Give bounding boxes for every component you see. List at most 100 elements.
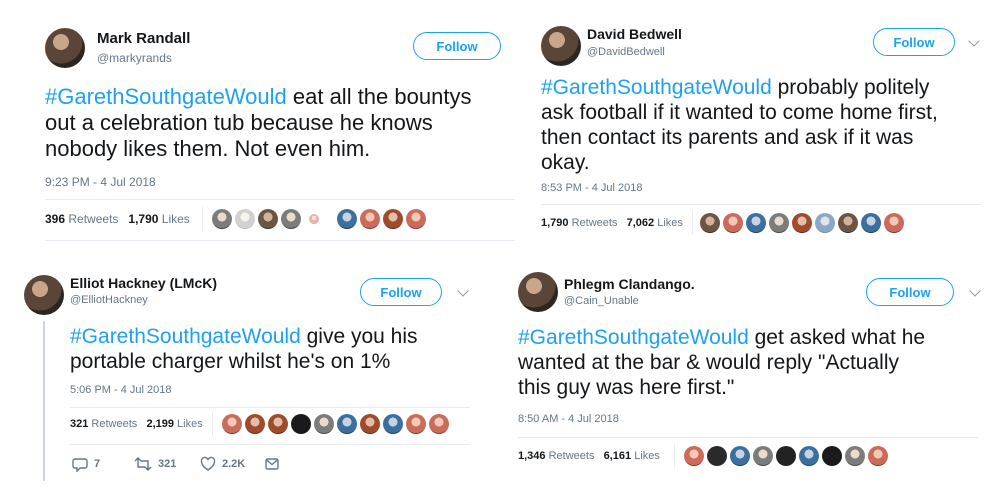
liker-avatar[interactable] xyxy=(212,209,232,229)
stats-separator xyxy=(692,211,693,235)
liker-avatar[interactable] xyxy=(845,446,865,466)
retweet-count[interactable]: 321 Retweets xyxy=(70,418,137,430)
liker-avatar[interactable] xyxy=(753,446,773,466)
liker-avatar[interactable] xyxy=(730,446,750,466)
hashtag-link[interactable]: #GarethSouthgateWould xyxy=(70,325,301,348)
liker-avatar[interactable] xyxy=(838,213,858,233)
tweet-text-line: nobody likes them. Not even him. xyxy=(45,136,371,161)
divider xyxy=(45,240,515,241)
liker-avatar[interactable] xyxy=(406,209,426,229)
follow-button[interactable]: Follow xyxy=(873,28,955,56)
liker-avatar[interactable] xyxy=(429,414,449,434)
liker-avatar[interactable] xyxy=(222,414,242,434)
avatar[interactable] xyxy=(24,275,64,315)
user-handle[interactable]: @markyrands xyxy=(97,51,172,65)
user-handle[interactable]: @Cain_Unable xyxy=(564,295,639,307)
liker-avatars xyxy=(684,446,888,466)
reply-count: 7 xyxy=(94,458,101,470)
liker-avatar[interactable] xyxy=(822,446,842,466)
user-name[interactable]: Mark Randall xyxy=(97,30,190,47)
tweet-stats: 396 Retweets 1,790 Likes xyxy=(45,212,190,226)
hashtag-link[interactable]: #GarethSouthgateWould xyxy=(45,84,287,109)
tweet-stats: 1,346 Retweets 6,161 Likes xyxy=(518,450,660,462)
tweet-text-line: portable charger whilst he's on 1% xyxy=(70,350,391,373)
chevron-down-icon[interactable] xyxy=(457,285,469,297)
user-name[interactable]: David Bedwell xyxy=(587,26,682,42)
liker-avatar[interactable] xyxy=(406,414,426,434)
liker-avatar[interactable] xyxy=(281,209,301,229)
timestamp[interactable]: 8:50 AM - 4 Jul 2018 xyxy=(518,413,619,425)
retweet-action[interactable]: 321 xyxy=(134,456,176,472)
liker-avatar[interactable] xyxy=(258,209,278,229)
liker-avatars xyxy=(700,213,904,233)
hashtag-link[interactable]: #GarethSouthgateWould xyxy=(518,326,749,349)
like-count[interactable]: 7,062 Likes xyxy=(627,217,683,229)
liker-avatar[interactable] xyxy=(337,209,357,229)
tweet-elliot-hackney: Elliot Hackney (LMcK) @ElliotHackney Fol… xyxy=(0,250,500,500)
tweet-text-line: wanted at the bar & would reply "Actuall… xyxy=(518,351,899,374)
like-count[interactable]: 6,161 Likes xyxy=(604,450,660,462)
like-action[interactable]: 2.2K xyxy=(200,456,245,472)
avatar[interactable] xyxy=(541,26,581,66)
liker-avatar[interactable] xyxy=(868,446,888,466)
liker-avatar[interactable] xyxy=(884,213,904,233)
follow-button[interactable]: Follow xyxy=(413,32,501,60)
liker-avatar[interactable] xyxy=(792,213,812,233)
share-action[interactable] xyxy=(264,456,280,472)
tweet-text: #GarethSouthgateWould probably politely … xyxy=(541,75,996,175)
liker-avatar[interactable] xyxy=(815,213,835,233)
liker-avatar[interactable] xyxy=(360,209,380,229)
liker-avatar[interactable] xyxy=(268,414,288,434)
liker-avatar[interactable] xyxy=(383,209,403,229)
liker-avatar[interactable] xyxy=(723,213,743,233)
liker-avatar[interactable] xyxy=(235,209,255,229)
tweet-text: #GarethSouthgateWould give you his porta… xyxy=(70,324,490,374)
user-handle[interactable]: @DavidBedwell xyxy=(587,46,665,58)
liker-avatar[interactable] xyxy=(337,414,357,434)
retweet-count[interactable]: 1,790 Retweets xyxy=(541,217,617,229)
timestamp[interactable]: 8:53 PM - 4 Jul 2018 xyxy=(541,182,643,194)
liker-avatar[interactable] xyxy=(383,414,403,434)
liker-avatar[interactable] xyxy=(291,414,311,434)
liker-avatar[interactable] xyxy=(776,446,796,466)
liker-avatar[interactable] xyxy=(245,414,265,434)
retweet-count[interactable]: 1,346 Retweets xyxy=(518,450,594,462)
tweet-text: #GarethSouthgateWould get asked what he … xyxy=(518,325,988,400)
tweet-stats: 1,790 Retweets 7,062 Likes xyxy=(541,217,683,229)
liker-avatar[interactable] xyxy=(707,446,727,466)
like-icon xyxy=(200,456,216,471)
avatar[interactable] xyxy=(45,28,85,68)
stats-separator xyxy=(202,207,203,231)
liker-avatar[interactable] xyxy=(746,213,766,233)
liker-avatar[interactable] xyxy=(309,214,319,224)
hashtag-link[interactable]: #GarethSouthgateWould xyxy=(541,76,772,99)
tweet-text-line: then contact its parents and ask if it w… xyxy=(541,126,914,149)
like-count[interactable]: 2,199 Likes xyxy=(146,418,202,430)
timestamp[interactable]: 5:06 PM - 4 Jul 2018 xyxy=(70,384,172,396)
liker-avatar[interactable] xyxy=(769,213,789,233)
user-name[interactable]: Elliot Hackney (LMcK) xyxy=(70,275,217,291)
liker-avatar[interactable] xyxy=(360,414,380,434)
liker-avatars xyxy=(212,209,426,229)
tweet-text-line: ask football if it wanted to come home f… xyxy=(541,101,938,124)
liker-avatar[interactable] xyxy=(799,446,819,466)
divider xyxy=(541,204,981,205)
avatar[interactable] xyxy=(518,272,558,312)
retweet-count[interactable]: 396 Retweets xyxy=(45,212,118,226)
chevron-down-icon[interactable] xyxy=(969,285,981,297)
liker-avatar[interactable] xyxy=(861,213,881,233)
liker-avatar[interactable] xyxy=(684,446,704,466)
chevron-down-icon[interactable] xyxy=(968,35,980,47)
stats-separator xyxy=(674,444,675,468)
user-handle[interactable]: @ElliotHackney xyxy=(70,294,148,306)
liker-avatar[interactable] xyxy=(314,414,334,434)
like-count[interactable]: 1,790 Likes xyxy=(128,212,189,226)
reply-action[interactable]: 7 xyxy=(72,456,100,472)
thread-line xyxy=(43,321,45,481)
follow-button[interactable]: Follow xyxy=(866,278,954,306)
reply-icon xyxy=(72,458,88,472)
user-name[interactable]: Phlegm Clandango. xyxy=(564,276,695,292)
timestamp[interactable]: 9:23 PM - 4 Jul 2018 xyxy=(45,175,156,189)
liker-avatar[interactable] xyxy=(700,213,720,233)
follow-button[interactable]: Follow xyxy=(360,278,442,306)
